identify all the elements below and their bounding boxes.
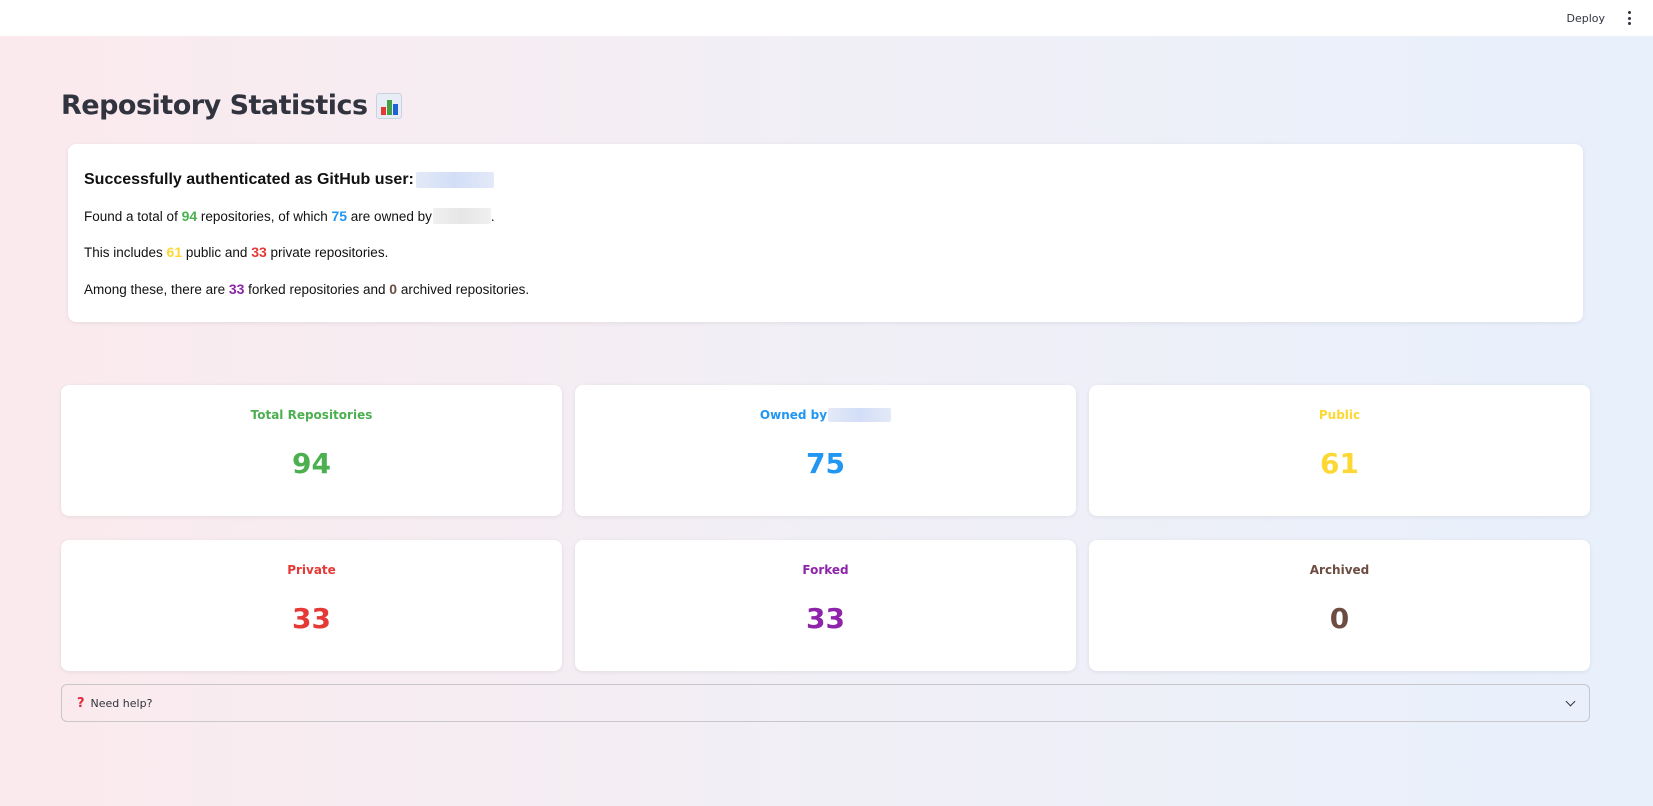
bar-chart-icon	[375, 92, 402, 119]
line2-text-c: private repositories.	[266, 244, 389, 260]
chevron-down-icon[interactable]	[1565, 696, 1576, 706]
redacted-owner	[432, 208, 491, 224]
visibility-line: This includes 61 public and 33 private r…	[84, 243, 1567, 261]
stat-label-text: Forked	[802, 563, 849, 577]
line3-text-b: forked repositories and	[244, 281, 390, 297]
archived-count: 0	[389, 281, 398, 297]
stat-label-text: Owned by	[759, 408, 828, 422]
auth-heading: Successfully authenticated as GitHub use…	[84, 170, 1567, 190]
stat-card-forked: Forked 33	[575, 540, 1076, 671]
stat-label: Forked	[575, 562, 1076, 578]
line1-text-c: are owned by	[347, 208, 432, 224]
stat-card-total: Total Repositories 94	[61, 385, 562, 516]
stat-label-text: Public	[1318, 408, 1361, 422]
stat-label-text: Total Repositories	[250, 408, 373, 422]
stat-card-private: Private 33	[61, 540, 562, 671]
stat-label: Private	[61, 562, 562, 578]
redacted-owner	[828, 408, 892, 422]
owned-count: 75	[331, 208, 348, 224]
main-menu-icon[interactable]	[1623, 11, 1635, 25]
page-title: Repository Statistics	[61, 90, 402, 121]
stat-label: Total Repositories	[61, 407, 562, 423]
page-title-text: Repository Statistics	[61, 90, 368, 121]
need-help-label: Need help?	[90, 696, 153, 710]
deploy-button[interactable]: Deploy	[1566, 12, 1605, 25]
stat-card-owned: Owned by 75	[575, 385, 1076, 516]
private-count: 33	[251, 244, 267, 260]
stat-label: Public	[1089, 407, 1590, 423]
question-mark-icon: ?	[77, 695, 85, 711]
stat-label-text: Archived	[1309, 563, 1370, 577]
line3-text-c: archived repositories.	[397, 281, 530, 297]
stat-value: 33	[292, 602, 331, 635]
fork-archive-line: Among these, there are 33 forked reposit…	[84, 280, 1567, 298]
line3-text-a: Among these, there are	[84, 281, 229, 297]
forked-count: 33	[228, 281, 245, 297]
stat-card-public: Public 61	[1089, 385, 1590, 516]
line2-text-a: This includes	[84, 244, 167, 260]
public-count: 61	[166, 244, 183, 260]
stat-label: Owned by	[575, 407, 1076, 423]
total-count: 94	[181, 208, 198, 224]
line1-text-b: repositories, of which	[197, 208, 332, 224]
auth-heading-text: Successfully authenticated as GitHub use…	[84, 171, 414, 188]
stat-card-archived: Archived 0	[1089, 540, 1590, 671]
total-repos-line: Found a total of 94 repositories, of whi…	[84, 207, 1567, 225]
need-help-expander[interactable]: ? Need help?	[61, 684, 1590, 722]
redacted-username	[415, 172, 494, 188]
auth-summary-card: Successfully authenticated as GitHub use…	[68, 144, 1583, 322]
stat-label: Archived	[1089, 562, 1590, 578]
stat-value: 33	[806, 602, 845, 635]
stat-value: 75	[806, 447, 845, 480]
stat-label-text: Private	[287, 563, 336, 577]
line2-text-b: public and	[182, 244, 252, 260]
stat-value: 61	[1320, 447, 1359, 480]
line1-text-d: .	[490, 208, 495, 224]
top-toolbar: Deploy	[0, 0, 1653, 36]
stat-value: 0	[1329, 602, 1350, 635]
stat-value: 94	[292, 447, 331, 480]
line1-text-a: Found a total of	[84, 208, 182, 224]
